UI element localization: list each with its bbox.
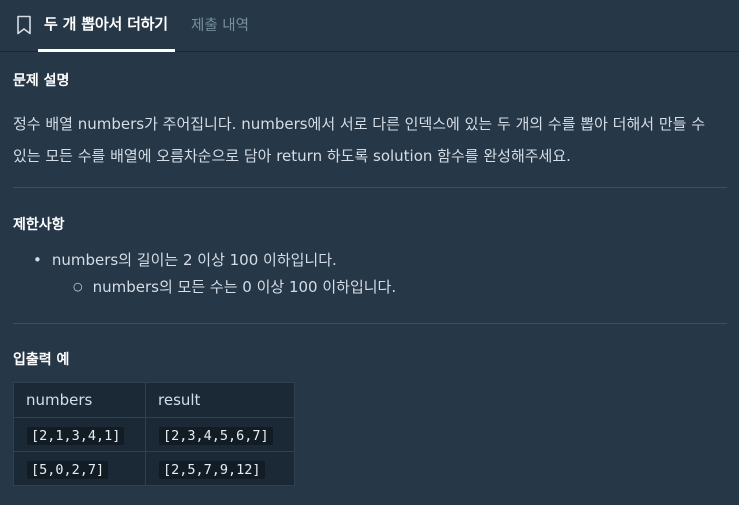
- tab-submissions[interactable]: 제출 내역: [191, 14, 249, 35]
- numbers-value: [5,0,2,7]: [27, 460, 109, 479]
- table-row: [2,1,3,4,1] [2,3,4,5,6,7]: [13, 417, 295, 452]
- table-header-row: numbers result: [13, 382, 295, 418]
- problem-description-title: 문제 설명: [13, 73, 70, 89]
- bullet-disc-icon: •: [33, 251, 42, 269]
- bookmark-icon[interactable]: [16, 15, 32, 35]
- bullet-circle-icon: ○: [73, 280, 83, 293]
- table-row: [5,0,2,7] [2,5,7,9,12]: [13, 451, 295, 486]
- constraint-text-1: numbers의 길이는 2 이상 100 이하입니다.: [51, 251, 337, 269]
- constraints-title: 제한사항: [13, 217, 65, 233]
- constraint-item: • numbers의 길이는 2 이상 100 이하입니다.: [33, 249, 337, 270]
- constraint-subitem: ○ numbers의 모든 수는 0 이상 100 이하입니다.: [73, 276, 396, 297]
- active-tab-indicator: [38, 49, 175, 52]
- divider: [13, 187, 727, 188]
- column-header-numbers: numbers: [13, 382, 146, 418]
- description-line-2: 있는 모든 수를 배열에 오름차순으로 담아 return 하도록 soluti…: [13, 147, 571, 165]
- tab-header: 두 개 뽑아서 더하기 제출 내역: [0, 0, 739, 52]
- examples-table: numbers result [2,1,3,4,1] [2,3,4,5,6,7]…: [13, 382, 295, 486]
- table-cell: [2,1,3,4,1]: [13, 417, 146, 452]
- result-value: [2,5,7,9,12]: [159, 460, 265, 479]
- description-line-1: 정수 배열 numbers가 주어집니다. numbers에서 서로 다른 인덱…: [13, 115, 706, 133]
- numbers-value: [2,1,3,4,1]: [27, 426, 125, 445]
- table-cell: [5,0,2,7]: [13, 451, 146, 486]
- table-cell: [2,3,4,5,6,7]: [145, 417, 295, 452]
- divider: [13, 323, 727, 324]
- examples-title: 입출력 예: [13, 352, 70, 368]
- column-header-result: result: [145, 382, 295, 418]
- tab-problem[interactable]: 두 개 뽑아서 더하기: [44, 13, 168, 34]
- table-cell: [2,5,7,9,12]: [145, 451, 295, 486]
- result-value: [2,3,4,5,6,7]: [159, 426, 273, 445]
- constraint-text-2: numbers의 모든 수는 0 이상 100 이하입니다.: [92, 278, 397, 296]
- problem-description: 정수 배열 numbers가 주어집니다. numbers에서 서로 다른 인덱…: [13, 108, 733, 172]
